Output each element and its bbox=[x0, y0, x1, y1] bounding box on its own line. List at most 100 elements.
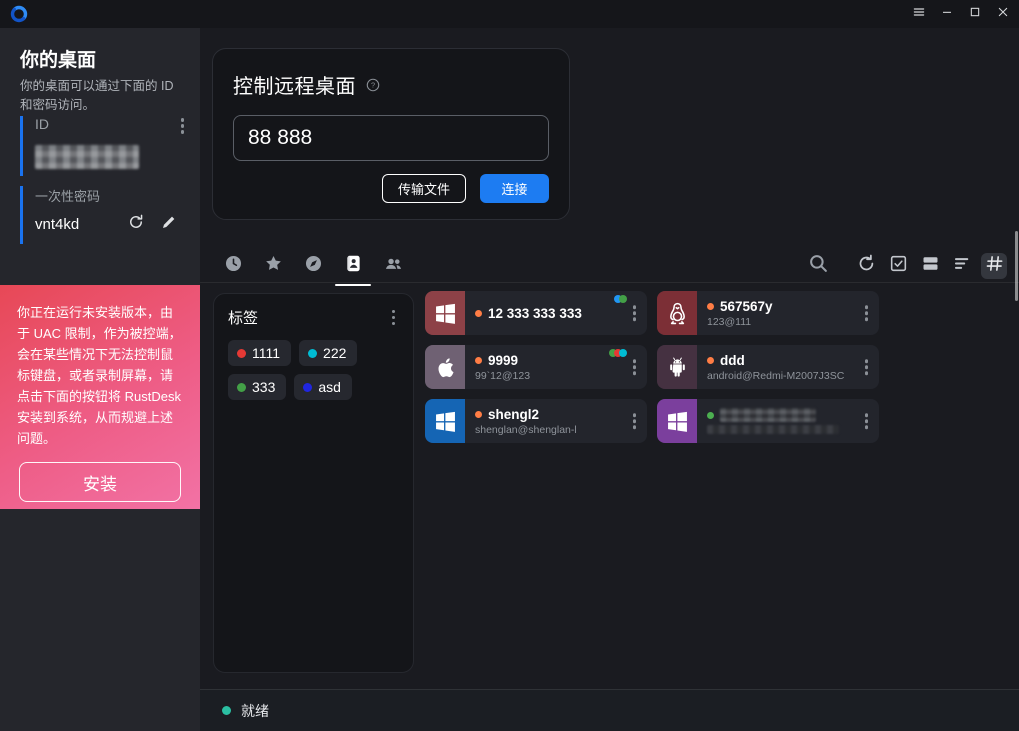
windows-os-icon bbox=[657, 399, 697, 443]
regenerate-password-button[interactable] bbox=[127, 213, 145, 236]
tab-discovered[interactable] bbox=[302, 255, 324, 277]
peer-name-redacted bbox=[720, 408, 816, 422]
tag-label: 1111 bbox=[252, 345, 280, 361]
status-label: 就绪 bbox=[241, 701, 269, 721]
tag-chip-asd[interactable]: asd bbox=[294, 374, 352, 400]
main-area: 控制远程桌面 ? 传输文件 连接 标签 1111222333asd 1 bbox=[200, 28, 1019, 731]
tag-chip-333[interactable]: 333 bbox=[228, 374, 286, 400]
install-button[interactable]: 安装 bbox=[19, 462, 181, 502]
tag-chip-1111[interactable]: 1111 bbox=[228, 340, 291, 366]
rustdesk-window: 你的桌面 你的桌面可以通过下面的 ID 和密码访问。 ID 一次性密码 vnt4… bbox=[0, 0, 1019, 731]
peer-name: 9999 bbox=[488, 353, 518, 368]
minimize-icon bbox=[939, 4, 955, 25]
tab-recent-sessions[interactable] bbox=[222, 255, 244, 277]
tab-favorites[interactable] bbox=[262, 255, 284, 277]
close-button[interactable] bbox=[989, 0, 1017, 28]
tag-label: 222 bbox=[323, 345, 346, 361]
tag-color-dot bbox=[308, 349, 317, 358]
connect-button[interactable]: 连接 bbox=[480, 174, 549, 203]
tags-panel: 标签 1111 222 333 asd bbox=[213, 293, 414, 673]
refresh-button[interactable] bbox=[853, 253, 879, 279]
peer-tabs bbox=[212, 255, 404, 277]
tags-title: 标签 bbox=[228, 307, 258, 328]
apple-os-icon bbox=[425, 345, 465, 389]
close-icon bbox=[995, 4, 1011, 25]
group-icon bbox=[383, 253, 404, 279]
peer-name: 567567y bbox=[720, 299, 773, 314]
peer-subtitle-redacted bbox=[707, 425, 839, 434]
peer-subtitle: android@Redmi-M2007J3SC bbox=[707, 370, 844, 382]
maximize-icon bbox=[967, 4, 983, 25]
id-value-redacted bbox=[35, 145, 139, 169]
peer-name: ddd bbox=[720, 353, 745, 368]
peer-card-567567y[interactable]: 567567y 123@111 bbox=[657, 291, 879, 335]
peer-menu-button[interactable] bbox=[629, 411, 641, 431]
id-section: ID bbox=[20, 116, 188, 176]
peer-card-redacted[interactable] bbox=[657, 399, 879, 443]
edit-password-button[interactable] bbox=[160, 213, 178, 236]
rustdesk-logo-icon bbox=[10, 5, 28, 23]
windows-os-icon bbox=[425, 291, 465, 335]
peer-subtitle: 99`12@123 bbox=[475, 370, 530, 382]
tag-chip-222[interactable]: 222 bbox=[299, 340, 357, 366]
select-checkbox-button[interactable] bbox=[885, 253, 911, 279]
compass-icon bbox=[303, 253, 324, 279]
peer-tag-dots bbox=[612, 349, 627, 357]
peer-menu-button[interactable] bbox=[629, 357, 641, 377]
peer-menu-button[interactable] bbox=[861, 303, 873, 323]
tab-group[interactable] bbox=[382, 255, 404, 277]
address-book-icon bbox=[343, 253, 364, 279]
linux-os-icon bbox=[657, 291, 697, 335]
maximize-button[interactable] bbox=[961, 0, 989, 28]
transfer-file-button[interactable]: 传输文件 bbox=[382, 174, 466, 203]
control-remote-desktop-card: 控制远程桌面 ? 传输文件 连接 bbox=[212, 48, 570, 220]
one-time-password-value: vnt4kd bbox=[35, 216, 79, 233]
peer-subtitle: 123@111 bbox=[707, 316, 773, 328]
peer-status-dot bbox=[707, 357, 714, 364]
id-menu-button[interactable] bbox=[177, 116, 189, 136]
cards-view-button[interactable] bbox=[917, 253, 943, 279]
list-view-button[interactable] bbox=[949, 253, 975, 279]
grid-view-icon bbox=[984, 253, 1005, 279]
tag-color-dot bbox=[237, 383, 246, 392]
peer-card-shengl2[interactable]: shengl2shenglan@shenglan-l bbox=[425, 399, 647, 443]
install-warning-banner: 你正在运行未安装版本，由于 UAC 限制，作为被控端，会在某些情况下无法控制鼠标… bbox=[0, 285, 200, 509]
status-dot bbox=[222, 706, 231, 715]
tag-label: 333 bbox=[252, 379, 275, 395]
one-time-password-label: 一次性密码 bbox=[35, 189, 100, 204]
peer-grid: 12 333 333 333 567567y 123@111 9999 99`12@12… bbox=[425, 291, 885, 443]
android-os-icon bbox=[657, 345, 697, 389]
peer-tag-dots bbox=[617, 295, 627, 303]
control-remote-desktop-title: 控制远程桌面 bbox=[233, 70, 356, 99]
refresh-icon bbox=[856, 253, 877, 279]
grid-view-button[interactable] bbox=[981, 253, 1007, 279]
tag-label: asd bbox=[318, 379, 341, 395]
peer-card-9999[interactable]: 9999 99`12@123 bbox=[425, 345, 647, 389]
peer-status-dot bbox=[475, 357, 482, 364]
remote-id-input[interactable] bbox=[233, 115, 549, 161]
star-icon bbox=[263, 253, 284, 279]
one-time-password-section: 一次性密码 vnt4kd bbox=[20, 186, 188, 244]
tab-address-book[interactable] bbox=[342, 255, 364, 277]
peer-menu-button[interactable] bbox=[861, 411, 873, 431]
minimize-button[interactable] bbox=[933, 0, 961, 28]
hamburger-icon bbox=[911, 4, 927, 25]
sidebar: 你的桌面 你的桌面可以通过下面的 ID 和密码访问。 ID 一次性密码 vnt4… bbox=[0, 28, 200, 731]
peer-status-dot bbox=[475, 310, 482, 317]
tag-color-dot bbox=[237, 349, 246, 358]
peer-menu-button[interactable] bbox=[861, 357, 873, 377]
scrollbar[interactable] bbox=[1015, 231, 1018, 301]
tags-menu-button[interactable] bbox=[388, 308, 400, 328]
peer-status-dot bbox=[707, 412, 714, 419]
peer-menu-button[interactable] bbox=[629, 303, 641, 323]
peer-card-12-333-333-333[interactable]: 12 333 333 333 bbox=[425, 291, 647, 335]
select-checkbox-icon bbox=[888, 253, 909, 279]
peer-subtitle: shenglan@shenglan-l bbox=[475, 424, 577, 436]
peer-card-ddd[interactable]: ddd android@Redmi-M2007J3SC bbox=[657, 345, 879, 389]
search-button[interactable] bbox=[805, 253, 831, 279]
toolbar-actions bbox=[805, 253, 1007, 279]
menu-button[interactable] bbox=[905, 0, 933, 28]
cards-view-icon bbox=[920, 253, 941, 279]
help-icon[interactable]: ? bbox=[365, 77, 381, 93]
peer-status-dot bbox=[475, 411, 482, 418]
